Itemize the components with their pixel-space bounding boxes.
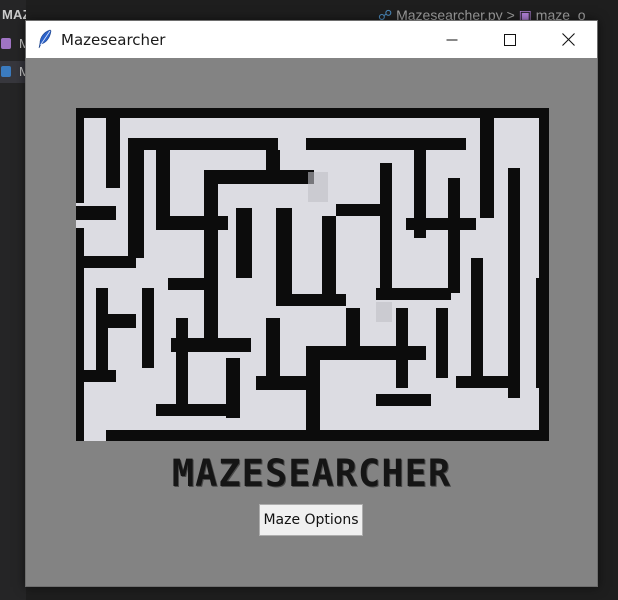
window-content: MAZESEARCHER Maze Options xyxy=(26,58,597,586)
maze-image xyxy=(76,108,549,441)
minimize-button[interactable] xyxy=(423,21,481,58)
banner-title: MAZESEARCHER xyxy=(171,452,452,495)
title-bar[interactable]: Mazesearcher xyxy=(26,21,597,58)
maximize-icon xyxy=(504,33,516,46)
app-window: Mazesearcher MAZESEARCHER Maze Options xyxy=(25,20,598,587)
explorer-sidebar: MAZESEARCHER M M xyxy=(0,0,114,600)
explorer-item[interactable]: M xyxy=(0,61,30,83)
explorer-item[interactable]: M xyxy=(0,33,30,55)
image-file-icon xyxy=(1,38,11,49)
close-button[interactable] xyxy=(539,21,597,58)
python-file-icon xyxy=(1,66,11,77)
minimize-icon xyxy=(446,39,458,40)
window-title: Mazesearcher xyxy=(61,31,166,49)
feather-icon xyxy=(38,29,52,49)
maze-options-button[interactable]: Maze Options xyxy=(259,504,363,536)
close-icon xyxy=(561,33,575,46)
maximize-button[interactable] xyxy=(481,21,539,58)
